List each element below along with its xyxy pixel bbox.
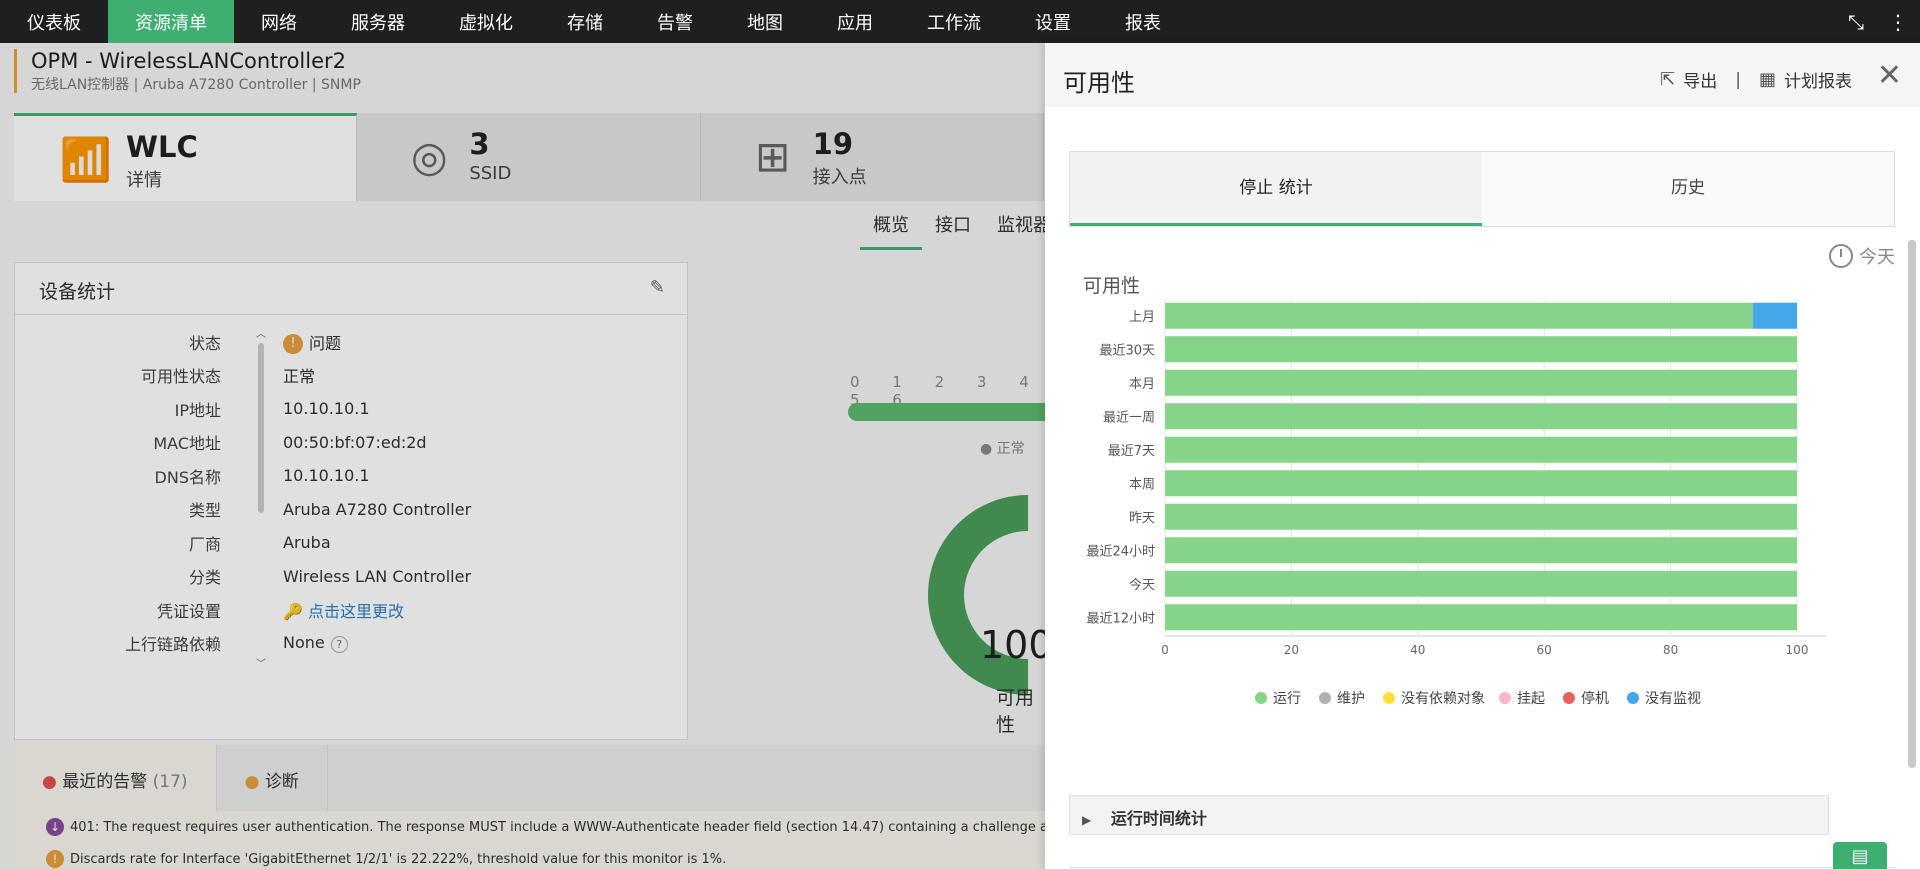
legend-marker <box>1255 692 1267 704</box>
bar-segment <box>1165 336 1797 363</box>
legend-marker <box>1627 692 1639 704</box>
overlay-dim[interactable] <box>0 43 1045 869</box>
nav-right-tools: ⤡ ⋮ <box>1836 0 1920 43</box>
side-panel-title: 可用性 <box>1063 69 1135 97</box>
tab-history[interactable]: 历史 <box>1482 152 1894 226</box>
nav-item[interactable]: 资源清单 <box>108 0 234 43</box>
divider: | <box>1735 69 1741 90</box>
legend-label: 没有监视 <box>1645 691 1701 707</box>
side-panel-actions: ⇱ 导出 | ▦ 计划报表 <box>1660 67 1852 92</box>
bar-segment <box>1165 470 1797 497</box>
bar-segment <box>1165 436 1797 463</box>
availability-side-panel: 可用性 ⇱ 导出 | ▦ 计划报表 ✕ 停止 统计 历史 今天 可用性 0 20 4… <box>1045 43 1920 869</box>
x-tick-label: 20 <box>1284 643 1299 657</box>
y-tick-label: 最近30天 <box>1099 343 1155 358</box>
y-tick-label: 上月 <box>1129 310 1155 325</box>
y-tick-label: 本月 <box>1129 377 1155 392</box>
nav-item[interactable]: 告警 <box>630 0 720 43</box>
nav-item[interactable]: 报表 <box>1098 0 1188 43</box>
close-icon[interactable]: ✕ <box>1877 61 1902 91</box>
availability-chart: 0 20 40 60 80 100 上月最近30天本月最近一周最近7天本周昨天最近24小时今… <box>1086 299 1827 707</box>
legend-label: 运行 <box>1273 691 1301 707</box>
side-panel-body: 今天 可用性 0 20 40 60 80 100 上月 最近30天 本月 最近一周 最近7天 本周 昨天… <box>1069 229 1895 869</box>
y-tick-label: 昨天 <box>1129 511 1155 526</box>
side-panel-tabs: 停止 统计 历史 <box>1069 151 1895 227</box>
chat-icon[interactable]: ▤ <box>1833 842 1887 869</box>
y-tick-label: 最近24小时 <box>1086 544 1155 559</box>
nav-item[interactable]: 应用 <box>810 0 900 43</box>
tab-outage-stats[interactable]: 停止 统计 <box>1070 152 1482 226</box>
nav-item[interactable]: 仪表板 <box>0 0 108 43</box>
nav-item[interactable]: 网络 <box>234 0 324 43</box>
nav-item[interactable]: 虚拟化 <box>432 0 540 43</box>
x-tick-label: 60 <box>1537 643 1552 657</box>
caret-right-icon: ▶ <box>1082 813 1092 827</box>
x-tick-label: 80 <box>1663 643 1678 657</box>
legend-label: 停机 <box>1581 690 1609 707</box>
legend-label: 没有依赖对象 <box>1401 691 1485 707</box>
bar-segment <box>1165 503 1797 530</box>
bar-segment <box>1165 403 1797 430</box>
calendar-icon[interactable]: ▦ <box>1759 69 1776 90</box>
uptime-stats-toggle[interactable]: ▶ 运行时间统计 <box>1069 795 1829 835</box>
period-selector[interactable]: 今天 <box>1829 243 1895 269</box>
bar-segment <box>1165 604 1797 631</box>
x-tick-label: 0 <box>1161 643 1169 657</box>
bar-segment <box>1165 369 1797 396</box>
top-navbar: 仪表板 资源清单 网络 服务器 虚拟化 存储 告警 地图 应用 工作流 设置 报表 ⤡ ⋮ <box>0 0 1920 43</box>
y-tick-label: 本周 <box>1129 477 1155 492</box>
legend-label: 挂起 <box>1517 691 1545 707</box>
uptime-stats-label: 运行时间统计 <box>1110 809 1207 828</box>
clock-icon <box>1829 244 1853 268</box>
bar-segment <box>1752 302 1797 329</box>
y-tick-label: 最近7天 <box>1108 444 1155 459</box>
nav-item[interactable]: 存储 <box>540 0 630 43</box>
nav-item[interactable]: 服务器 <box>324 0 432 43</box>
x-tick-label: 40 <box>1410 643 1425 657</box>
legend-marker <box>1499 692 1511 704</box>
more-icon[interactable]: ⋮ <box>1876 10 1920 34</box>
nav-item[interactable]: 地图 <box>720 0 810 43</box>
side-panel-header: 可用性 ⇱ 导出 | ▦ 计划报表 ✕ <box>1045 43 1920 107</box>
x-tick-label: 100 <box>1786 643 1809 657</box>
schedule-report-button[interactable]: 计划报表 <box>1784 67 1852 92</box>
legend-marker <box>1563 692 1575 704</box>
y-tick-label: 最近一周 <box>1103 410 1155 425</box>
side-panel-scrollbar[interactable] <box>1908 240 1916 768</box>
nav-menu: 仪表板 资源清单 网络 服务器 虚拟化 存储 告警 地图 应用 工作流 设置 报表 <box>0 0 1188 43</box>
bar-segment <box>1165 302 1753 329</box>
period-label: 今天 <box>1859 247 1895 268</box>
legend-label: 维护 <box>1337 691 1365 707</box>
y-tick-label: 今天 <box>1129 577 1155 593</box>
nav-item[interactable]: 设置 <box>1008 0 1098 43</box>
bar-segment <box>1165 570 1797 597</box>
export-button[interactable]: 导出 <box>1683 67 1717 92</box>
legend-marker <box>1383 692 1395 704</box>
legend-marker <box>1319 692 1331 704</box>
export-icon[interactable]: ⇱ <box>1660 69 1675 90</box>
bar-segment <box>1165 537 1797 564</box>
y-tick-label: 最近12小时 <box>1086 611 1155 626</box>
nav-item[interactable]: 工作流 <box>900 0 1008 43</box>
collapse-icon[interactable]: ⤡ <box>1836 10 1876 34</box>
